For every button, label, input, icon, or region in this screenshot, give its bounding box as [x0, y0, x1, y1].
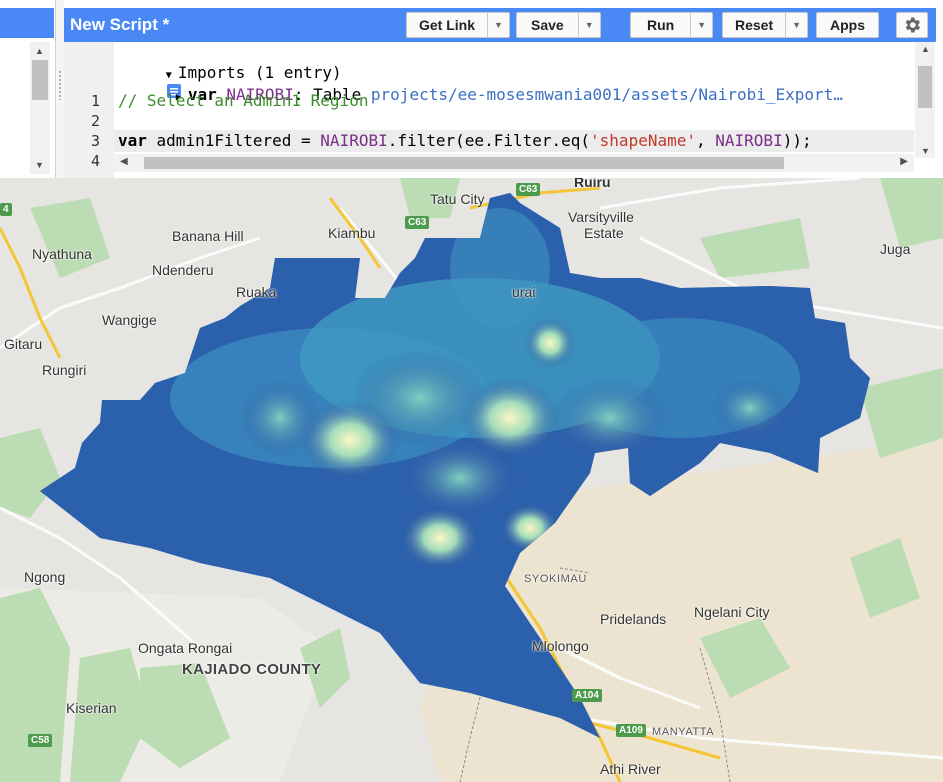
- place-label: Juga: [880, 241, 911, 257]
- code-editor[interactable]: 1 2 3 4 ▼ Imports (1 entry) ▶ var NAIROB…: [64, 42, 936, 178]
- apps-label: Apps: [830, 17, 865, 33]
- scroll-right-icon[interactable]: ▶: [900, 156, 908, 167]
- road-shield: C58: [28, 734, 53, 747]
- left-panel-header: [0, 8, 54, 38]
- code-line-1[interactable]: // Select an Admin1 Region: [118, 91, 368, 110]
- editor-horizontal-scrollbar[interactable]: ◀ ▶: [114, 154, 914, 172]
- line-number: 1: [90, 92, 100, 110]
- place-label: MANYATTA: [652, 726, 715, 738]
- line-number: 3: [90, 132, 100, 150]
- road-shield: C63: [516, 183, 541, 196]
- editor-header: New Script * Get Link ▼ Save ▼ Run ▼ Res…: [64, 8, 936, 42]
- settings-button[interactable]: [896, 12, 928, 38]
- code-end: ));: [782, 131, 812, 150]
- splitter-grip-icon[interactable]: [58, 70, 62, 100]
- place-label: Tatu City: [430, 191, 485, 207]
- road-shield: A104: [572, 689, 602, 702]
- save-button[interactable]: Save ▼: [516, 12, 601, 38]
- road-shield: C63: [405, 216, 430, 229]
- code-comment: // Select an Admin1 Region: [118, 91, 369, 110]
- code-call: .filter(ee.Filter.eq(: [387, 131, 591, 150]
- left-panel-scrollbar[interactable]: ▲ ▼: [30, 42, 50, 174]
- road-shield: 4: [0, 203, 12, 216]
- code-line-3[interactable]: var admin1Filtered = NAIROBI.filter(ee.F…: [118, 131, 812, 150]
- map-view[interactable]: Tatu City Ruiru Varsityville Estate Juga…: [0, 178, 943, 782]
- panel-splitter[interactable]: [56, 0, 64, 178]
- line-number: 2: [90, 112, 100, 130]
- scroll-down-icon[interactable]: ▼: [921, 146, 930, 156]
- line-number: 4: [90, 152, 100, 170]
- place-label: Ngelani City: [694, 604, 770, 620]
- save-dropdown-icon[interactable]: ▼: [577, 13, 600, 37]
- place-label: Banana Hill: [172, 228, 244, 244]
- code-keyword: var: [118, 131, 147, 150]
- editor-vertical-scrollbar[interactable]: ▲ ▼: [915, 42, 935, 158]
- place-label: Kiambu: [328, 225, 376, 241]
- scroll-up-icon[interactable]: ▲: [35, 46, 44, 56]
- line-gutter: 1 2 3 4: [64, 42, 114, 178]
- place-label: SYOKIMAU: [524, 573, 587, 585]
- place-label: Ngong: [24, 569, 66, 585]
- place-label: Ruaka: [236, 284, 277, 300]
- place-label: Varsityville: [568, 209, 634, 225]
- gear-icon: [905, 17, 920, 33]
- place-label: Athi River: [600, 761, 661, 777]
- scrollbar-thumb[interactable]: [32, 60, 48, 100]
- reset-button[interactable]: Reset ▼: [722, 12, 809, 38]
- reset-label: Reset: [735, 17, 774, 33]
- code-string: 'shapeName': [590, 131, 696, 150]
- place-label: Pridelands: [600, 611, 667, 627]
- scroll-down-icon[interactable]: ▼: [35, 160, 44, 170]
- scrollbar-thumb[interactable]: [918, 66, 932, 108]
- place-label: Rungiri: [42, 362, 87, 378]
- code-object: NAIROBI: [320, 131, 388, 150]
- place-label: Kiserian: [66, 700, 117, 716]
- run-dropdown-icon[interactable]: ▼: [690, 13, 712, 37]
- place-label: Mlolongo: [532, 638, 589, 654]
- scroll-left-icon[interactable]: ◀: [120, 156, 128, 167]
- apps-button[interactable]: Apps: [816, 12, 879, 38]
- script-title: New Script *: [70, 15, 170, 34]
- place-label: urai: [512, 284, 536, 300]
- place-label: Gitaru: [4, 336, 43, 352]
- run-button[interactable]: Run ▼: [630, 12, 714, 38]
- code-sep: ,: [696, 131, 716, 150]
- place-label: Nyathuna: [32, 246, 92, 262]
- place-label: Ruiru: [574, 178, 611, 190]
- save-label: Save: [531, 17, 564, 33]
- get-link-dropdown-icon[interactable]: ▼: [487, 13, 509, 37]
- place-label: Ongata Rongai: [138, 640, 233, 656]
- get-link-label: Get Link: [419, 17, 476, 33]
- place-label: KAJIADO COUNTY: [182, 661, 322, 678]
- place-label: Estate: [584, 225, 624, 241]
- reset-dropdown-icon[interactable]: ▼: [785, 13, 807, 37]
- scroll-up-icon[interactable]: ▲: [921, 44, 930, 54]
- code-arg: NAIROBI: [715, 131, 783, 150]
- code-lhs: admin1Filtered =: [146, 131, 321, 150]
- place-label: Ndenderu: [152, 262, 214, 278]
- place-label: Wangige: [102, 312, 157, 328]
- map-canvas[interactable]: [0, 178, 943, 782]
- app-window: ▲ ▼ New Script * Get Link ▼ Save ▼ Run ▼…: [0, 0, 943, 782]
- import-path[interactable]: projects/ee-mosesmwania001/assets/Nairob…: [371, 85, 843, 104]
- left-panel: ▲ ▼: [0, 0, 56, 178]
- road-shield: A109: [616, 724, 646, 737]
- scrollbar-thumb[interactable]: [144, 157, 784, 169]
- get-link-button[interactable]: Get Link ▼: [406, 12, 511, 38]
- run-label: Run: [647, 17, 675, 33]
